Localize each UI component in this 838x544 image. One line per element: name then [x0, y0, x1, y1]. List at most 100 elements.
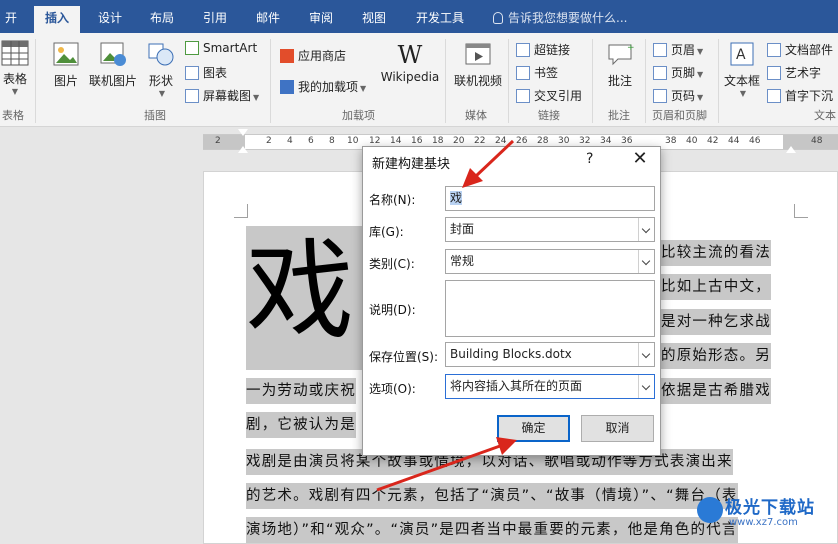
chevron-down-icon[interactable] — [638, 343, 654, 366]
save-in-select[interactable]: Building Blocks.dotx — [445, 342, 655, 367]
chevron-down-icon: ▼ — [697, 47, 704, 56]
screenshot-button[interactable]: 屏幕截图 ▼ — [185, 87, 259, 104]
gallery-select[interactable]: 封面 — [445, 217, 655, 242]
online-video-label: 联机视频 — [453, 74, 502, 88]
doc-parts-button[interactable]: 文档部件 — [767, 41, 833, 58]
ruler-number: 2 — [266, 136, 272, 146]
dropcap-button[interactable]: 首字下沉 — [767, 87, 833, 104]
hyperlink-button[interactable]: 超链接 — [516, 41, 570, 58]
category-select[interactable]: 常规 — [445, 249, 655, 274]
picture-icon — [53, 42, 79, 66]
store-button[interactable]: 应用商店 — [280, 47, 346, 64]
doc-line[interactable]: 剧，它被认为是 — [246, 412, 356, 438]
dialog-title: 新建构建基块 — [372, 157, 451, 172]
picture-button[interactable]: 图片 — [48, 40, 84, 89]
right-indent-marker[interactable] — [786, 146, 796, 153]
options-select[interactable]: 将内容插入其所在的页面 — [445, 374, 655, 399]
ruler-number: 24 — [495, 136, 507, 146]
ruler-number: 38 — [665, 136, 677, 146]
group-divider — [35, 39, 36, 123]
category-label: 类别(C): — [369, 257, 415, 271]
group-label-text: 文本 — [814, 109, 836, 122]
tab-review[interactable]: 审阅 — [299, 6, 343, 33]
wikipedia-label: Wikipedia — [380, 70, 440, 84]
bookmark-icon — [516, 66, 530, 80]
wordart-button[interactable]: 艺术字 — [767, 64, 821, 81]
doc-line[interactable]: 的原始形态。另 — [661, 343, 771, 369]
table-icon — [1, 40, 29, 66]
help-button[interactable]: ? — [586, 151, 593, 167]
doc-line[interactable]: 依据是古希腊戏 — [661, 378, 771, 404]
online-picture-button[interactable]: 联机图片 — [88, 40, 138, 89]
tab-developer[interactable]: 开发工具 — [408, 6, 472, 33]
ruler-number: 18 — [432, 136, 444, 146]
drop-cap-character[interactable]: 戏 — [246, 226, 362, 370]
wordart-icon — [767, 66, 781, 80]
addins-icon — [280, 80, 294, 94]
wikipedia-button[interactable]: W Wikipedia — [380, 40, 440, 84]
chevron-down-icon: ▼ — [697, 70, 704, 79]
shapes-icon — [148, 43, 174, 66]
margin-corner-mark — [794, 204, 808, 218]
cross-reference-button[interactable]: 交叉引用 — [516, 87, 582, 104]
cross-reference-icon — [516, 89, 530, 103]
group-divider — [718, 39, 719, 123]
cancel-button[interactable]: 取消 — [581, 415, 654, 442]
header-button[interactable]: 页眉 ▼ — [653, 41, 703, 58]
doc-line[interactable]: 是对一种乞求战 — [661, 309, 771, 335]
tab-layout[interactable]: 布局 — [140, 6, 184, 33]
ruler-number: 2 — [215, 136, 221, 146]
comment-button[interactable]: + 批注 — [600, 40, 640, 89]
doc-line[interactable]: 比较主流的看法 — [661, 240, 771, 266]
wikipedia-icon: W — [397, 41, 423, 69]
ruler-number: 30 — [558, 136, 570, 146]
group-label-header-footer: 页眉和页脚 — [652, 109, 707, 122]
my-addins-button[interactable]: 我的加载项 ▼ — [280, 78, 366, 95]
chevron-down-icon[interactable] — [638, 375, 654, 398]
table-button[interactable]: 表格 ▼ — [0, 40, 30, 96]
ruler-number: 6 — [308, 136, 314, 146]
margin-corner-mark — [234, 204, 248, 218]
tab-home[interactable]: 开始 — [0, 6, 22, 50]
chevron-down-icon[interactable] — [638, 218, 654, 241]
tab-view[interactable]: 视图 — [352, 6, 396, 33]
page-number-button[interactable]: 页码 ▼ — [653, 87, 703, 104]
tab-references[interactable]: 引用 — [193, 6, 237, 33]
tab-insert[interactable]: 插入 — [34, 6, 80, 33]
hanging-indent-marker[interactable] — [238, 146, 248, 153]
ruler-number: 4 — [287, 136, 293, 146]
close-button[interactable]: ✕ — [625, 148, 655, 172]
text-box-button[interactable]: A 文本框 ▼ — [722, 40, 762, 98]
doc-line[interactable]: 的艺术。戏剧有四个元素，包括了“演员”、“故事（情境）”、“舞台（表 — [246, 483, 738, 509]
chevron-down-icon: ▼ — [158, 89, 166, 98]
options-value: 将内容插入其所在的页面 — [450, 379, 583, 393]
bookmark-button[interactable]: 书签 — [516, 64, 558, 81]
category-value: 常规 — [450, 254, 475, 268]
ruler-number: 12 — [369, 136, 381, 146]
new-building-block-dialog: 新建构建基块 ? ✕ 名称(N): 戏 库(G): 封面 类别(C): 常规 说… — [362, 146, 661, 456]
description-label: 说明(D): — [369, 303, 416, 317]
first-line-indent-marker[interactable] — [238, 129, 248, 136]
footer-button[interactable]: 页脚 ▼ — [653, 64, 703, 81]
tell-me-box[interactable]: 告诉我您想要做什么... — [493, 6, 627, 30]
chevron-down-icon[interactable] — [638, 250, 654, 273]
dropcap-icon — [767, 89, 781, 103]
group-label-media: 媒体 — [465, 109, 487, 122]
chart-label: 图表 — [203, 66, 228, 80]
tab-design[interactable]: 设计 — [88, 6, 132, 33]
doc-line[interactable]: 比如上古中文， — [661, 274, 771, 300]
name-field[interactable]: 戏 — [445, 186, 655, 211]
ok-button[interactable]: 确定 — [497, 415, 570, 442]
smartart-button[interactable]: SmartArt — [185, 41, 257, 55]
tab-mailings[interactable]: 邮件 — [246, 6, 290, 33]
picture-label: 图片 — [53, 74, 78, 88]
doc-line[interactable]: 演场地）”和“观众”。“演员”是四者当中最重要的元素，他是角色的代言 — [246, 517, 738, 543]
ruler-number: 28 — [537, 136, 549, 146]
doc-line[interactable]: 一为劳动或庆祝 — [246, 378, 356, 404]
online-video-button[interactable]: 联机视频 — [452, 40, 504, 89]
ruler-number: 32 — [579, 136, 591, 146]
shapes-button[interactable]: 形状 ▼ — [145, 40, 177, 98]
chart-button[interactable]: 图表 — [185, 64, 227, 81]
page-number-label: 页码 — [671, 89, 696, 103]
description-field[interactable] — [445, 280, 655, 337]
